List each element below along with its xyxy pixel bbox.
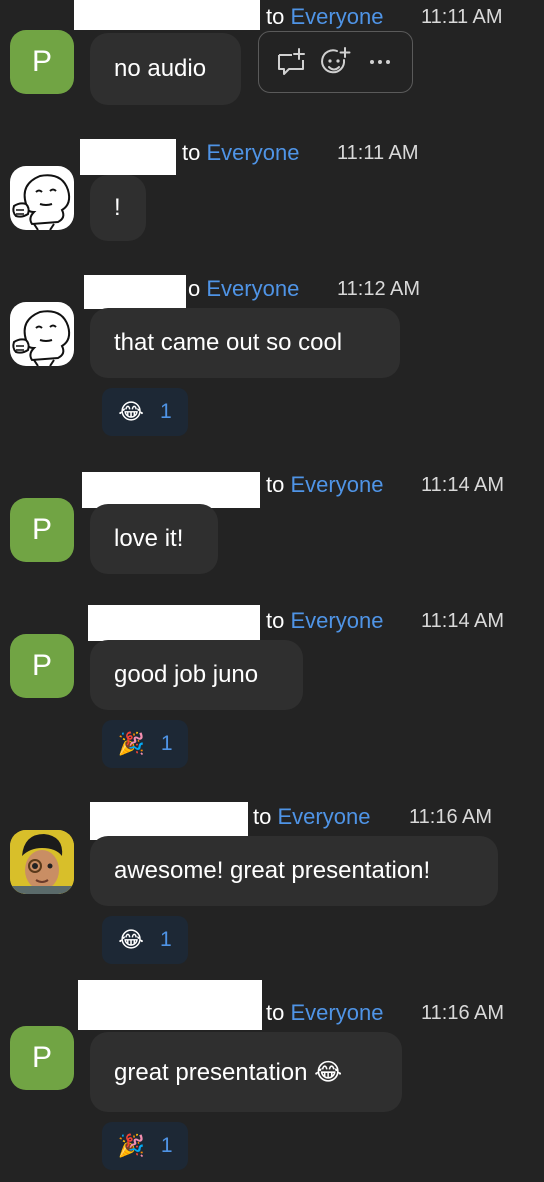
avatar-initial: P xyxy=(31,45,52,78)
message-text: good job juno xyxy=(114,661,259,688)
avatar[interactable] xyxy=(10,166,74,230)
message-text: great presentation 😂 xyxy=(114,1058,343,1086)
avatar-initial: P xyxy=(31,1041,52,1074)
laughing-emoji-icon: 😂 xyxy=(118,399,145,424)
recipient-link[interactable]: Everyone xyxy=(290,608,383,633)
sketch-face-avatar-icon xyxy=(12,174,71,230)
timestamp: 11:16 AM xyxy=(421,1002,505,1024)
message-bubble[interactable]: love it! xyxy=(90,504,218,574)
more-options-icon xyxy=(369,60,390,64)
timestamp: 11:11 AM xyxy=(421,6,503,28)
avatar[interactable]: P xyxy=(10,498,74,562)
message-text: that came out so cool xyxy=(114,329,343,356)
message-bubble[interactable]: great presentation 😂 xyxy=(90,1032,402,1112)
message-recipient-line: to Everyone xyxy=(266,610,383,632)
recipient-link[interactable]: Everyone xyxy=(290,472,383,497)
recipient-link[interactable]: Everyone xyxy=(206,276,299,301)
recipient-link[interactable]: Everyone xyxy=(277,804,370,829)
add-reaction-button[interactable] xyxy=(317,44,353,80)
to-label: to xyxy=(266,1000,285,1025)
timestamp: 11:14 AM xyxy=(421,474,505,496)
to-label: to xyxy=(253,804,272,829)
message-bubble[interactable]: awesome! great presentation! xyxy=(90,836,498,906)
to-label: to xyxy=(266,608,285,633)
to-label: to xyxy=(182,140,201,165)
redacted-sender-name xyxy=(84,275,186,309)
message-recipient-line: o Everyone xyxy=(188,278,299,300)
laughing-emoji-icon: 😂 xyxy=(118,927,145,952)
reaction-chip[interactable]: 🎉 1 xyxy=(102,720,188,768)
to-label: to xyxy=(266,472,285,497)
message-bubble[interactable]: ! xyxy=(90,175,146,241)
redacted-sender-name xyxy=(90,802,248,840)
message-text: no audio xyxy=(114,55,207,82)
timestamp: 11:12 AM xyxy=(337,278,421,300)
avatar[interactable] xyxy=(10,302,74,366)
avatar[interactable]: P xyxy=(10,634,74,698)
recipient-link[interactable]: Everyone xyxy=(290,4,383,29)
reply-in-thread-button[interactable] xyxy=(273,44,309,80)
reaction-chip[interactable]: 😂 1 xyxy=(102,388,188,436)
timestamp: 11:16 AM xyxy=(409,806,493,828)
sketch-face-avatar-icon xyxy=(12,310,71,366)
redacted-sender-name xyxy=(82,472,260,508)
message-recipient-line: to Everyone xyxy=(266,1002,383,1024)
avatar[interactable] xyxy=(10,830,74,894)
to-label: to xyxy=(266,4,285,29)
reaction-count: 1 xyxy=(160,928,172,951)
message-bubble[interactable]: good job juno xyxy=(90,640,303,710)
message-hover-toolbar xyxy=(258,31,413,93)
redacted-sender-name xyxy=(88,605,260,641)
avatar[interactable]: P xyxy=(10,1026,74,1090)
redacted-sender-name xyxy=(74,0,260,30)
recipient-link[interactable]: Everyone xyxy=(206,140,299,165)
redacted-sender-name xyxy=(80,139,176,175)
more-options-button[interactable] xyxy=(362,44,398,80)
timestamp: 11:14 AM xyxy=(421,610,505,632)
reaction-count: 1 xyxy=(160,732,173,755)
message-recipient-line: to Everyone xyxy=(253,806,370,828)
message-text: love it! xyxy=(114,525,184,552)
message-bubble[interactable]: no audio xyxy=(90,33,241,105)
avatar-initial: P xyxy=(31,649,52,682)
recipient-link[interactable]: Everyone xyxy=(290,1000,383,1025)
message-bubble[interactable]: that came out so cool xyxy=(90,308,400,378)
party-popper-emoji-icon: 🎉 xyxy=(117,731,145,756)
add-reaction-icon xyxy=(321,47,351,74)
reaction-count: 1 xyxy=(160,400,172,423)
message-text: ! xyxy=(114,194,121,221)
message-text: awesome! great presentation! xyxy=(114,857,431,884)
reaction-chip[interactable]: 😂 1 xyxy=(102,916,188,964)
reply-in-thread-icon xyxy=(278,48,306,75)
reaction-count: 1 xyxy=(160,1134,173,1157)
avatar-initial: P xyxy=(31,513,52,546)
party-popper-emoji-icon: 🎉 xyxy=(117,1133,145,1158)
person-photo-avatar-icon xyxy=(10,830,74,894)
message-recipient-line: to Everyone xyxy=(266,6,383,28)
message-recipient-line: to Everyone xyxy=(266,474,383,496)
timestamp: 11:11 AM xyxy=(337,142,419,164)
redacted-sender-name xyxy=(78,980,262,1030)
reaction-chip[interactable]: 🎉 1 xyxy=(102,1122,188,1170)
message-recipient-line: to Everyone xyxy=(182,142,299,164)
avatar[interactable]: P xyxy=(10,30,74,94)
to-label: o xyxy=(188,276,201,301)
